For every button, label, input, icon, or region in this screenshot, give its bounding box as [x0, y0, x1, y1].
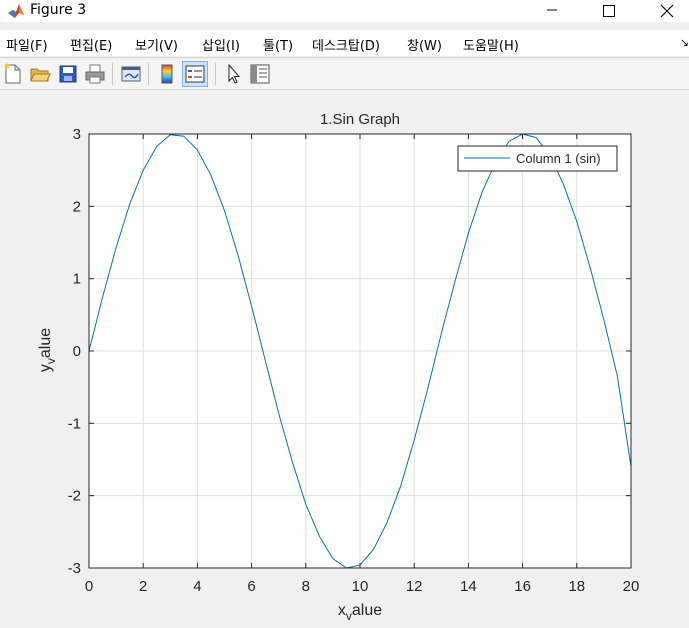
y-tick-label: 3 — [73, 126, 81, 143]
x-tick-label: 10 — [352, 578, 369, 595]
y-tick-label: 1 — [73, 271, 81, 288]
toolbar — [0, 59, 689, 89]
save-button[interactable] — [56, 62, 80, 86]
grid — [88, 133, 632, 569]
save-icon — [59, 65, 77, 83]
link-plot-icon — [121, 66, 141, 82]
edit-plot-arrow-icon — [228, 63, 241, 84]
menu-edit[interactable]: 편집(E) — [70, 35, 112, 54]
y-tick-label: 0 — [73, 343, 81, 360]
x-axis-label-rest: alue — [352, 602, 382, 619]
link-plot-button[interactable] — [119, 62, 143, 86]
x-tick-label: 4 — [193, 578, 201, 595]
y-tick-label: -1 — [68, 415, 81, 432]
new-figure-button[interactable] — [1, 62, 25, 86]
menu-bar: 파일(F) 편집(E) 보기(V) 삽입(I) 툴(T) 데스크탑(D) 창(W… — [0, 30, 689, 56]
window-title: Figure 3 — [30, 2, 87, 18]
chart-title: 1.Sin Graph — [320, 111, 400, 128]
x-tick-label: 2 — [139, 578, 147, 595]
x-axis-label: xvalue — [338, 602, 382, 623]
menu-separator — [0, 57, 689, 58]
maximize-button[interactable] — [585, 0, 631, 22]
x-axis-label-main: x — [338, 602, 346, 619]
insert-colorbar-icon — [161, 64, 173, 84]
toolbar-separator — [112, 63, 113, 85]
x-tick-label: 8 — [302, 578, 310, 595]
y-tick-label: 2 — [73, 198, 81, 215]
insert-legend-button[interactable] — [182, 61, 208, 87]
y-axis-label-rest: alue — [37, 328, 54, 358]
insert-legend-icon — [185, 65, 205, 83]
toolbar-separator — [148, 63, 149, 85]
insert-colorbar-button[interactable] — [155, 62, 179, 86]
x-tick-label: 0 — [85, 578, 93, 595]
y-tick-label: -2 — [68, 488, 81, 505]
y-axis-label-main: y — [37, 364, 54, 372]
menu-help[interactable]: 도움말(H) — [463, 35, 519, 54]
y-axis-label: yvalue — [37, 328, 58, 372]
property-inspector-icon — [250, 64, 270, 84]
maximize-icon — [603, 5, 615, 17]
minimize-icon — [547, 9, 557, 11]
open-file-icon — [30, 68, 51, 82]
x-tick-label: 6 — [247, 578, 255, 595]
x-tick-label: 16 — [514, 578, 531, 595]
legend-entry: Column 1 (sin) — [516, 151, 601, 166]
menu-overflow-icon[interactable]: ↘ — [680, 36, 689, 49]
matlab-logo-icon — [8, 4, 24, 18]
menu-window[interactable]: 창(W) — [407, 35, 442, 54]
title-bar: Figure 3 — [0, 0, 689, 22]
menu-view[interactable]: 보기(V) — [135, 35, 178, 54]
x-tick-label: 12 — [406, 578, 423, 595]
property-inspector-button[interactable] — [248, 62, 272, 86]
close-icon — [660, 4, 674, 18]
x-tick-label: 20 — [623, 578, 640, 595]
close-button[interactable] — [643, 0, 689, 22]
toolbar-separator — [215, 63, 216, 85]
legend[interactable]: Column 1 (sin) — [457, 145, 618, 172]
print-icon — [85, 64, 105, 84]
menu-tools[interactable]: 툴(T) — [263, 35, 293, 54]
y-tick-label: -3 — [68, 560, 81, 577]
menu-file[interactable]: 파일(F) — [6, 35, 48, 54]
print-button[interactable] — [83, 62, 107, 86]
sin-chart: 0 2 4 6 8 10 12 14 16 18 203210-1-2-3 1.Sin Graph … — [37, 111, 640, 623]
minimize-button[interactable] — [529, 0, 575, 22]
menu-desktop[interactable]: 데스크탑(D) — [312, 35, 380, 54]
x-tick-label: 18 — [568, 578, 585, 595]
open-file-button[interactable] — [28, 62, 52, 86]
new-figure-icon — [4, 63, 21, 84]
figure-canvas: 0 2 4 6 8 10 12 14 16 18 20 3 2 1 0 -1 -2 -3 1.Sin Graph … — [0, 90, 689, 628]
menu-insert[interactable]: 삽입(I) — [202, 35, 240, 54]
edit-plot-button[interactable] — [221, 62, 245, 86]
x-tick-label: 14 — [460, 578, 477, 595]
